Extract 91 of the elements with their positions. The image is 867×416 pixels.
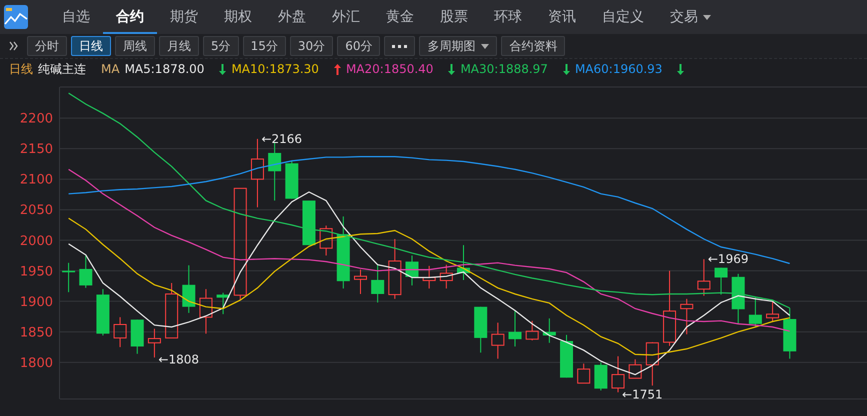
caret-icon — [481, 44, 490, 48]
candlestick — [697, 258, 710, 296]
period-label: 日线 — [9, 60, 33, 78]
candlestick — [594, 362, 608, 391]
candlestick — [199, 288, 212, 334]
candlestick — [457, 244, 470, 280]
down-arrow-icon — [562, 64, 570, 74]
candlestick — [577, 363, 590, 384]
nav-tab[interactable]: 期货 — [157, 0, 211, 34]
candlestick — [388, 238, 402, 300]
candlestick — [560, 334, 574, 378]
up-arrow-icon — [334, 64, 341, 74]
candlestick — [320, 225, 333, 256]
candlestick — [491, 322, 504, 360]
candlestick — [130, 319, 144, 354]
ma-label: MA — [101, 62, 120, 76]
price-annotation: ←1969 — [708, 252, 748, 266]
candlestick — [422, 265, 436, 289]
ma-value: MA60:1960.93 — [574, 62, 662, 76]
candlestick — [354, 269, 367, 294]
candlestick — [182, 264, 196, 314]
nav-tab[interactable]: 环球 — [481, 0, 535, 34]
candlestick — [285, 160, 298, 200]
candlestick — [114, 316, 127, 348]
more-icon — [392, 44, 408, 48]
candlestick — [766, 301, 780, 323]
period-button[interactable]: 分时 — [27, 36, 67, 56]
ma-value: MA5:1878.00 — [124, 62, 204, 76]
ma-value: MA20:1850.40 — [346, 62, 434, 76]
symbol-label: 纯碱主连 — [38, 60, 86, 78]
expand-icon[interactable] — [9, 41, 19, 51]
chart-logo-icon — [4, 5, 28, 29]
candlestick — [79, 255, 92, 288]
y-axis-label: 1900 — [20, 294, 53, 310]
candlestick — [440, 264, 453, 289]
down-arrow-icon — [448, 64, 456, 74]
y-axis-label: 1850 — [20, 325, 53, 340]
period-button[interactable]: 合约资料 — [501, 36, 566, 56]
y-axis-label: 2200 — [20, 112, 53, 127]
nav-tab[interactable]: 自定义 — [589, 0, 657, 34]
period-button[interactable]: 日线 — [71, 36, 111, 56]
candlestick — [646, 342, 659, 386]
candlestick — [216, 292, 230, 315]
ma-value: MA10:1873.30 — [231, 62, 319, 76]
nav-tab[interactable]: 期权 — [211, 0, 265, 34]
y-axis-label: 1950 — [20, 264, 53, 280]
nav-tab[interactable]: 交易 — [657, 0, 724, 34]
period-button[interactable]: 多周期图 — [419, 36, 498, 56]
nav-tab[interactable]: 外盘 — [265, 0, 319, 34]
candlestick — [783, 308, 796, 360]
nav-tab[interactable]: 外汇 — [319, 0, 373, 34]
nav-tab[interactable]: 黄金 — [373, 0, 427, 34]
price-annotation: ←1751 — [622, 387, 663, 402]
candlestick — [165, 282, 178, 338]
candlestick — [628, 358, 642, 379]
candlestick — [680, 298, 694, 335]
candlestick — [371, 264, 384, 304]
more-button[interactable] — [384, 36, 416, 56]
y-axis-label: 1800 — [20, 356, 53, 371]
period-button[interactable]: 60分 — [337, 36, 380, 56]
price-annotation: ←1808 — [158, 352, 200, 366]
candlestick — [474, 306, 488, 354]
period-button[interactable]: 30分 — [290, 36, 334, 56]
caret-icon — [703, 14, 711, 20]
candlestick — [302, 200, 316, 246]
y-axis-label: 2100 — [20, 172, 53, 188]
period-button[interactable]: 周线 — [115, 36, 155, 56]
y-axis-label: 2050 — [20, 203, 53, 218]
period-button[interactable]: 月线 — [159, 36, 199, 56]
y-axis-label: 2000 — [20, 234, 53, 249]
down-arrow-icon — [677, 64, 684, 74]
nav-tab[interactable]: 自选 — [49, 0, 103, 34]
candlestick — [508, 310, 522, 347]
candlestick — [748, 296, 762, 328]
candlestick — [62, 262, 76, 293]
candlestick — [406, 255, 418, 286]
price-annotation: ←2166 — [261, 132, 302, 146]
down-arrow-icon — [219, 64, 226, 74]
y-axis-label: 2150 — [20, 142, 53, 158]
candlestick — [148, 328, 161, 358]
candlestick — [96, 288, 110, 336]
candlestick — [250, 138, 264, 208]
period-button[interactable]: 15分 — [242, 36, 286, 56]
period-button[interactable]: 5分 — [203, 36, 239, 56]
nav-tab[interactable]: 股票 — [427, 0, 481, 34]
candlestick — [714, 267, 728, 296]
candlestick — [542, 318, 556, 344]
ma-value: MA30:1888.97 — [460, 62, 548, 76]
candlestick — [732, 273, 745, 324]
nav-tab[interactable]: 资讯 — [535, 0, 589, 34]
candlestick — [526, 320, 539, 341]
